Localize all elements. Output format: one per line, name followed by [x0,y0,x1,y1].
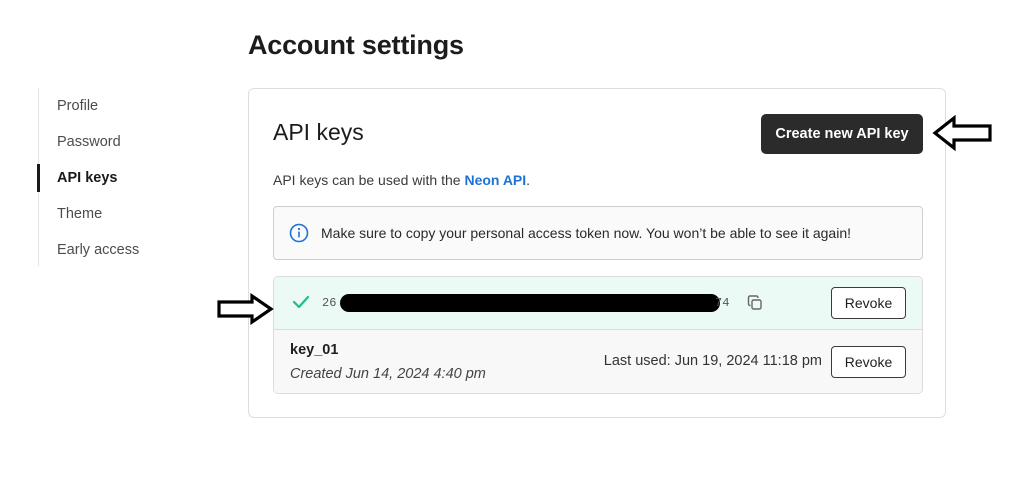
sidebar-item-password[interactable]: Password [39,124,199,160]
sidebar-item-profile[interactable]: Profile [39,88,199,124]
neon-api-link[interactable]: Neon API [464,172,526,188]
copy-icon[interactable] [746,294,764,317]
page-title: Account settings [248,30,464,60]
token-notice: Make sure to copy your personal access t… [273,206,923,260]
notice-text: Make sure to copy your personal access t… [321,225,851,241]
token-suffix: 74 [715,296,730,310]
api-keys-title: API keys [273,119,364,145]
hollow-arrow-right-icon [216,292,274,330]
info-icon [289,223,309,243]
sidebar-item-api-keys[interactable]: API keys [37,160,199,196]
sidebar-item-theme[interactable]: Theme [39,196,199,232]
settings-sidebar: Profile Password API keys Theme Early ac… [37,88,199,268]
api-key-row: key_01 Created Jun 14, 2024 4:40 pm Last… [274,330,922,393]
check-icon [292,294,310,315]
api-keys-card: API keys Create new API key API keys can… [248,88,946,418]
hollow-arrow-left-icon [932,114,994,157]
new-key-row: 26 74 Revoke [274,277,922,330]
api-keys-list: 26 74 Revoke key_01 Created Jun 14, 2024… [273,276,923,394]
create-api-key-button[interactable]: Create new API key [761,114,923,154]
revoke-key-button[interactable]: Revoke [831,346,906,378]
api-keys-description: API keys can be used with the Neon API. [273,172,530,188]
description-suffix: . [526,172,531,188]
token-redaction [340,294,720,312]
key-created-date: Created Jun 14, 2024 4:40 pm [290,366,486,382]
description-text: API keys can be used with the [273,172,465,188]
key-name: key_01 [290,342,339,358]
revoke-new-key-button[interactable]: Revoke [831,287,906,319]
key-last-used: Last used: Jun 19, 2024 11:18 pm [603,353,822,369]
token-prefix: 26 [322,296,337,310]
sidebar-item-early-access[interactable]: Early access [39,232,199,268]
page: Account settings Profile Password API ke… [0,0,1019,480]
